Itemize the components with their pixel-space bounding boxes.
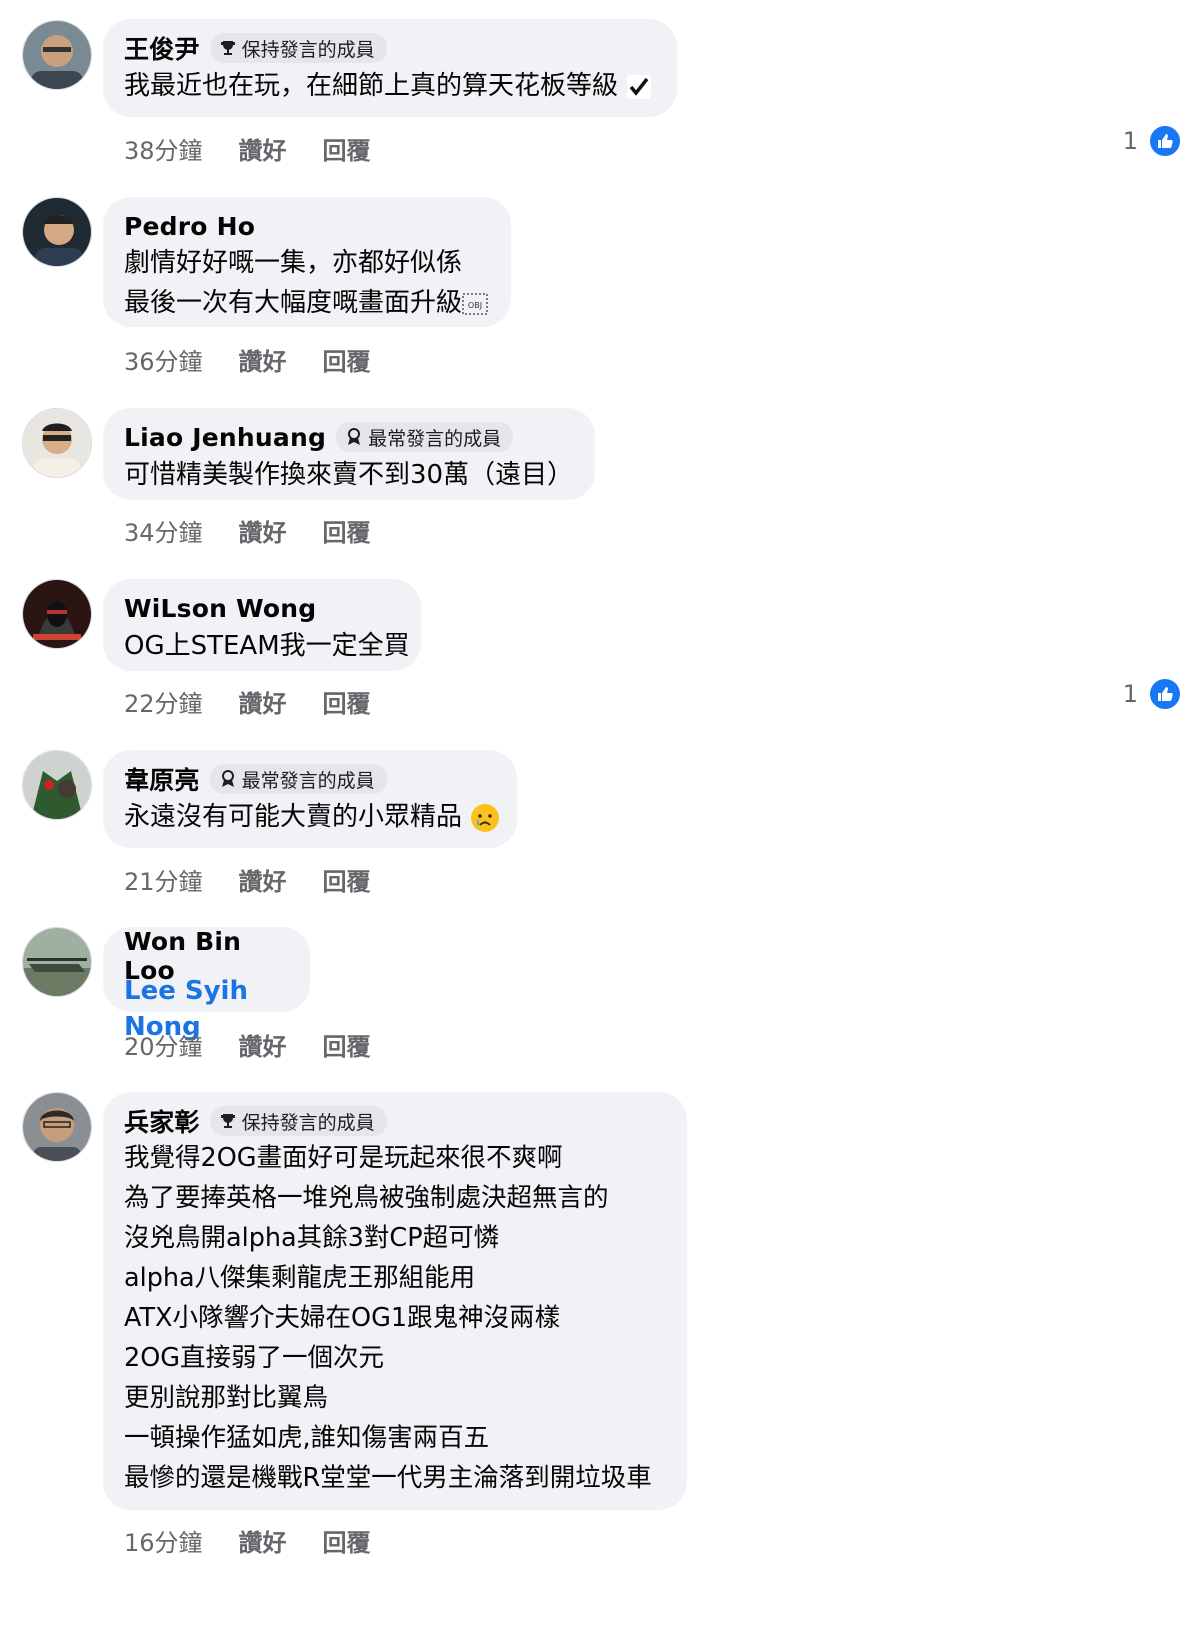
crying-face-emoji — [471, 803, 500, 832]
badge-label: 最常發言的成員 — [241, 769, 375, 792]
comment-actions: 16分鐘 讚好 回覆 — [124, 1523, 407, 1558]
badge-label: 保持發言的成員 — [241, 38, 375, 61]
author-name[interactable]: Pedro Ho — [124, 212, 255, 241]
comment-line: 更別說那對比翼鳥 — [124, 1383, 329, 1413]
author-name[interactable]: 韋原亮 — [124, 761, 200, 797]
reaction-number: 1 — [1122, 680, 1138, 708]
comment-line: 可惜精美製作換來賣不到30萬（遠目） — [124, 460, 574, 490]
comment-line: 最慘的還是機戰R堂堂一代男主淪落到開垃圾車 — [124, 1463, 652, 1493]
ribbon-icon — [221, 770, 234, 787]
member-badge: 保持發言的成員 — [209, 1106, 387, 1136]
object-placeholder-icon: OBJ — [462, 292, 488, 315]
reply-button[interactable]: 回覆 — [323, 513, 371, 548]
timestamp[interactable]: 38分鐘 — [124, 131, 203, 166]
trophy-icon — [220, 41, 235, 55]
timestamp[interactable]: 36分鐘 — [124, 342, 203, 377]
comment-actions: 36分鐘 讚好 回覆 — [124, 342, 407, 377]
avatar[interactable] — [22, 197, 92, 267]
avatar[interactable] — [22, 20, 92, 90]
author-name[interactable]: 王俊尹 — [124, 30, 200, 66]
avatar[interactable] — [22, 408, 92, 478]
reaction-number: 1 — [1122, 127, 1138, 155]
comment-bubble: 兵家彰 保持發言的成員 我覺得2OG畫面好可是玩起來很不爽啊 為了要捧英格一堆兇… — [103, 1092, 687, 1510]
reply-button[interactable]: 回覆 — [323, 1523, 371, 1558]
reply-button[interactable]: 回覆 — [323, 684, 371, 719]
comment-line: 一頓操作猛如虎,誰知傷害兩百五 — [124, 1423, 490, 1453]
comment-line: 永遠沒有可能大賣的小眾精品 — [124, 802, 463, 832]
comment-bubble: 王俊尹 保持發言的成員 我最近也在玩，在細節上真的算天花板等級 — [103, 19, 677, 117]
member-badge: 最常發言的成員 — [336, 422, 514, 452]
author-name[interactable]: 兵家彰 — [124, 1103, 200, 1139]
comment-bubble: Won Bin Loo Lee Syih Nong — [103, 927, 310, 1042]
comment-text: 我最近也在玩，在細節上真的算天花板等級 — [124, 65, 655, 107]
comment-line: 沒兇鳥開alpha其餘3對CP超可憐 — [124, 1223, 500, 1253]
comment-line: 我最近也在玩，在細節上真的算天花板等級 — [124, 71, 619, 101]
timestamp[interactable]: 34分鐘 — [124, 513, 203, 548]
comment-line: 為了要捧英格一堆兇鳥被強制處決超無言的 — [124, 1183, 609, 1213]
reaction-count[interactable]: 1 — [1123, 124, 1182, 158]
comment-bubble: WiLson Wong OG上STEAM我一定全買 — [103, 579, 421, 671]
comment-line: 2OG直接弱了一個次元 — [124, 1343, 385, 1373]
reply-button[interactable]: 回覆 — [323, 1027, 371, 1062]
comment-actions: 22分鐘 讚好 回覆 — [124, 684, 407, 719]
badge-label: 最常發言的成員 — [368, 427, 502, 450]
avatar[interactable] — [22, 750, 92, 820]
member-badge: 最常發言的成員 — [209, 764, 387, 794]
comment-actions: 20分鐘 讚好 回覆 — [124, 1027, 407, 1062]
thumbs-up-icon — [1148, 124, 1182, 158]
like-button[interactable]: 讚好 — [239, 862, 287, 897]
comment-line: 最後一次有大幅度嘅畫面升級 — [124, 288, 463, 318]
comment-actions: 34分鐘 讚好 回覆 — [124, 513, 407, 548]
ribbon-icon — [348, 428, 361, 445]
like-button[interactable]: 讚好 — [239, 1027, 287, 1062]
svg-text:OBJ: OBJ — [468, 301, 482, 310]
like-button[interactable]: 讚好 — [239, 684, 287, 719]
comment-line: 劇情好好嘅一集，亦都好似係 — [124, 248, 463, 278]
like-button[interactable]: 讚好 — [239, 513, 287, 548]
comment-line: OG上STEAM我一定全買 — [124, 631, 410, 661]
comment-actions: 38分鐘 讚好 回覆 — [124, 131, 407, 166]
comment-text: 永遠沒有可能大賣的小眾精品 — [124, 796, 500, 838]
comment-line: ATX小隊響介夫婦在OG1跟鬼神沒兩樣 — [124, 1303, 561, 1333]
like-button[interactable]: 讚好 — [239, 131, 287, 166]
avatar[interactable] — [22, 1092, 92, 1162]
badge-label: 保持發言的成員 — [241, 1111, 375, 1134]
comment-text: 可惜精美製作換來賣不到30萬（遠目） — [124, 454, 573, 496]
like-button[interactable]: 讚好 — [239, 342, 287, 377]
comment-bubble: 韋原亮 最常發言的成員 永遠沒有可能大賣的小眾精品 — [103, 750, 517, 848]
comment-text: 我覺得2OG畫面好可是玩起來很不爽啊 為了要捧英格一堆兇鳥被強制處決超無言的 沒… — [124, 1138, 665, 1498]
comment-bubble: Liao Jenhuang 最常發言的成員 可惜精美製作換來賣不到30萬（遠目） — [103, 408, 595, 500]
comment-bubble: Pedro Ho 劇情好好嘅一集，亦都好似係 最後一次有大幅度嘅畫面升級 OBJ — [103, 197, 511, 327]
trophy-icon — [220, 1114, 235, 1128]
comment-line: 我覺得2OG畫面好可是玩起來很不爽啊 — [124, 1143, 563, 1173]
avatar[interactable] — [22, 579, 92, 649]
comment-line: alpha八傑集剩龍虎王那組能用 — [124, 1263, 476, 1293]
timestamp[interactable]: 20分鐘 — [124, 1027, 203, 1062]
timestamp[interactable]: 22分鐘 — [124, 684, 203, 719]
timestamp[interactable]: 16分鐘 — [124, 1523, 203, 1558]
avatar[interactable] — [22, 927, 92, 997]
reply-button[interactable]: 回覆 — [323, 862, 371, 897]
timestamp[interactable]: 21分鐘 — [124, 862, 203, 897]
thumbs-up-icon — [1148, 677, 1182, 711]
comment-text: OG上STEAM我一定全買 — [124, 625, 410, 667]
checkmark-icon — [627, 74, 652, 99]
like-button[interactable]: 讚好 — [239, 1523, 287, 1558]
member-badge: 保持發言的成員 — [209, 33, 387, 63]
reply-button[interactable]: 回覆 — [323, 131, 371, 166]
comment-actions: 21分鐘 讚好 回覆 — [124, 862, 407, 897]
reaction-count[interactable]: 1 — [1123, 677, 1182, 711]
comment-text: 劇情好好嘅一集，亦都好似係 最後一次有大幅度嘅畫面升級 OBJ — [124, 243, 489, 323]
author-name[interactable]: Liao Jenhuang — [124, 423, 326, 452]
author-name[interactable]: WiLson Wong — [124, 594, 316, 623]
reply-button[interactable]: 回覆 — [323, 342, 371, 377]
